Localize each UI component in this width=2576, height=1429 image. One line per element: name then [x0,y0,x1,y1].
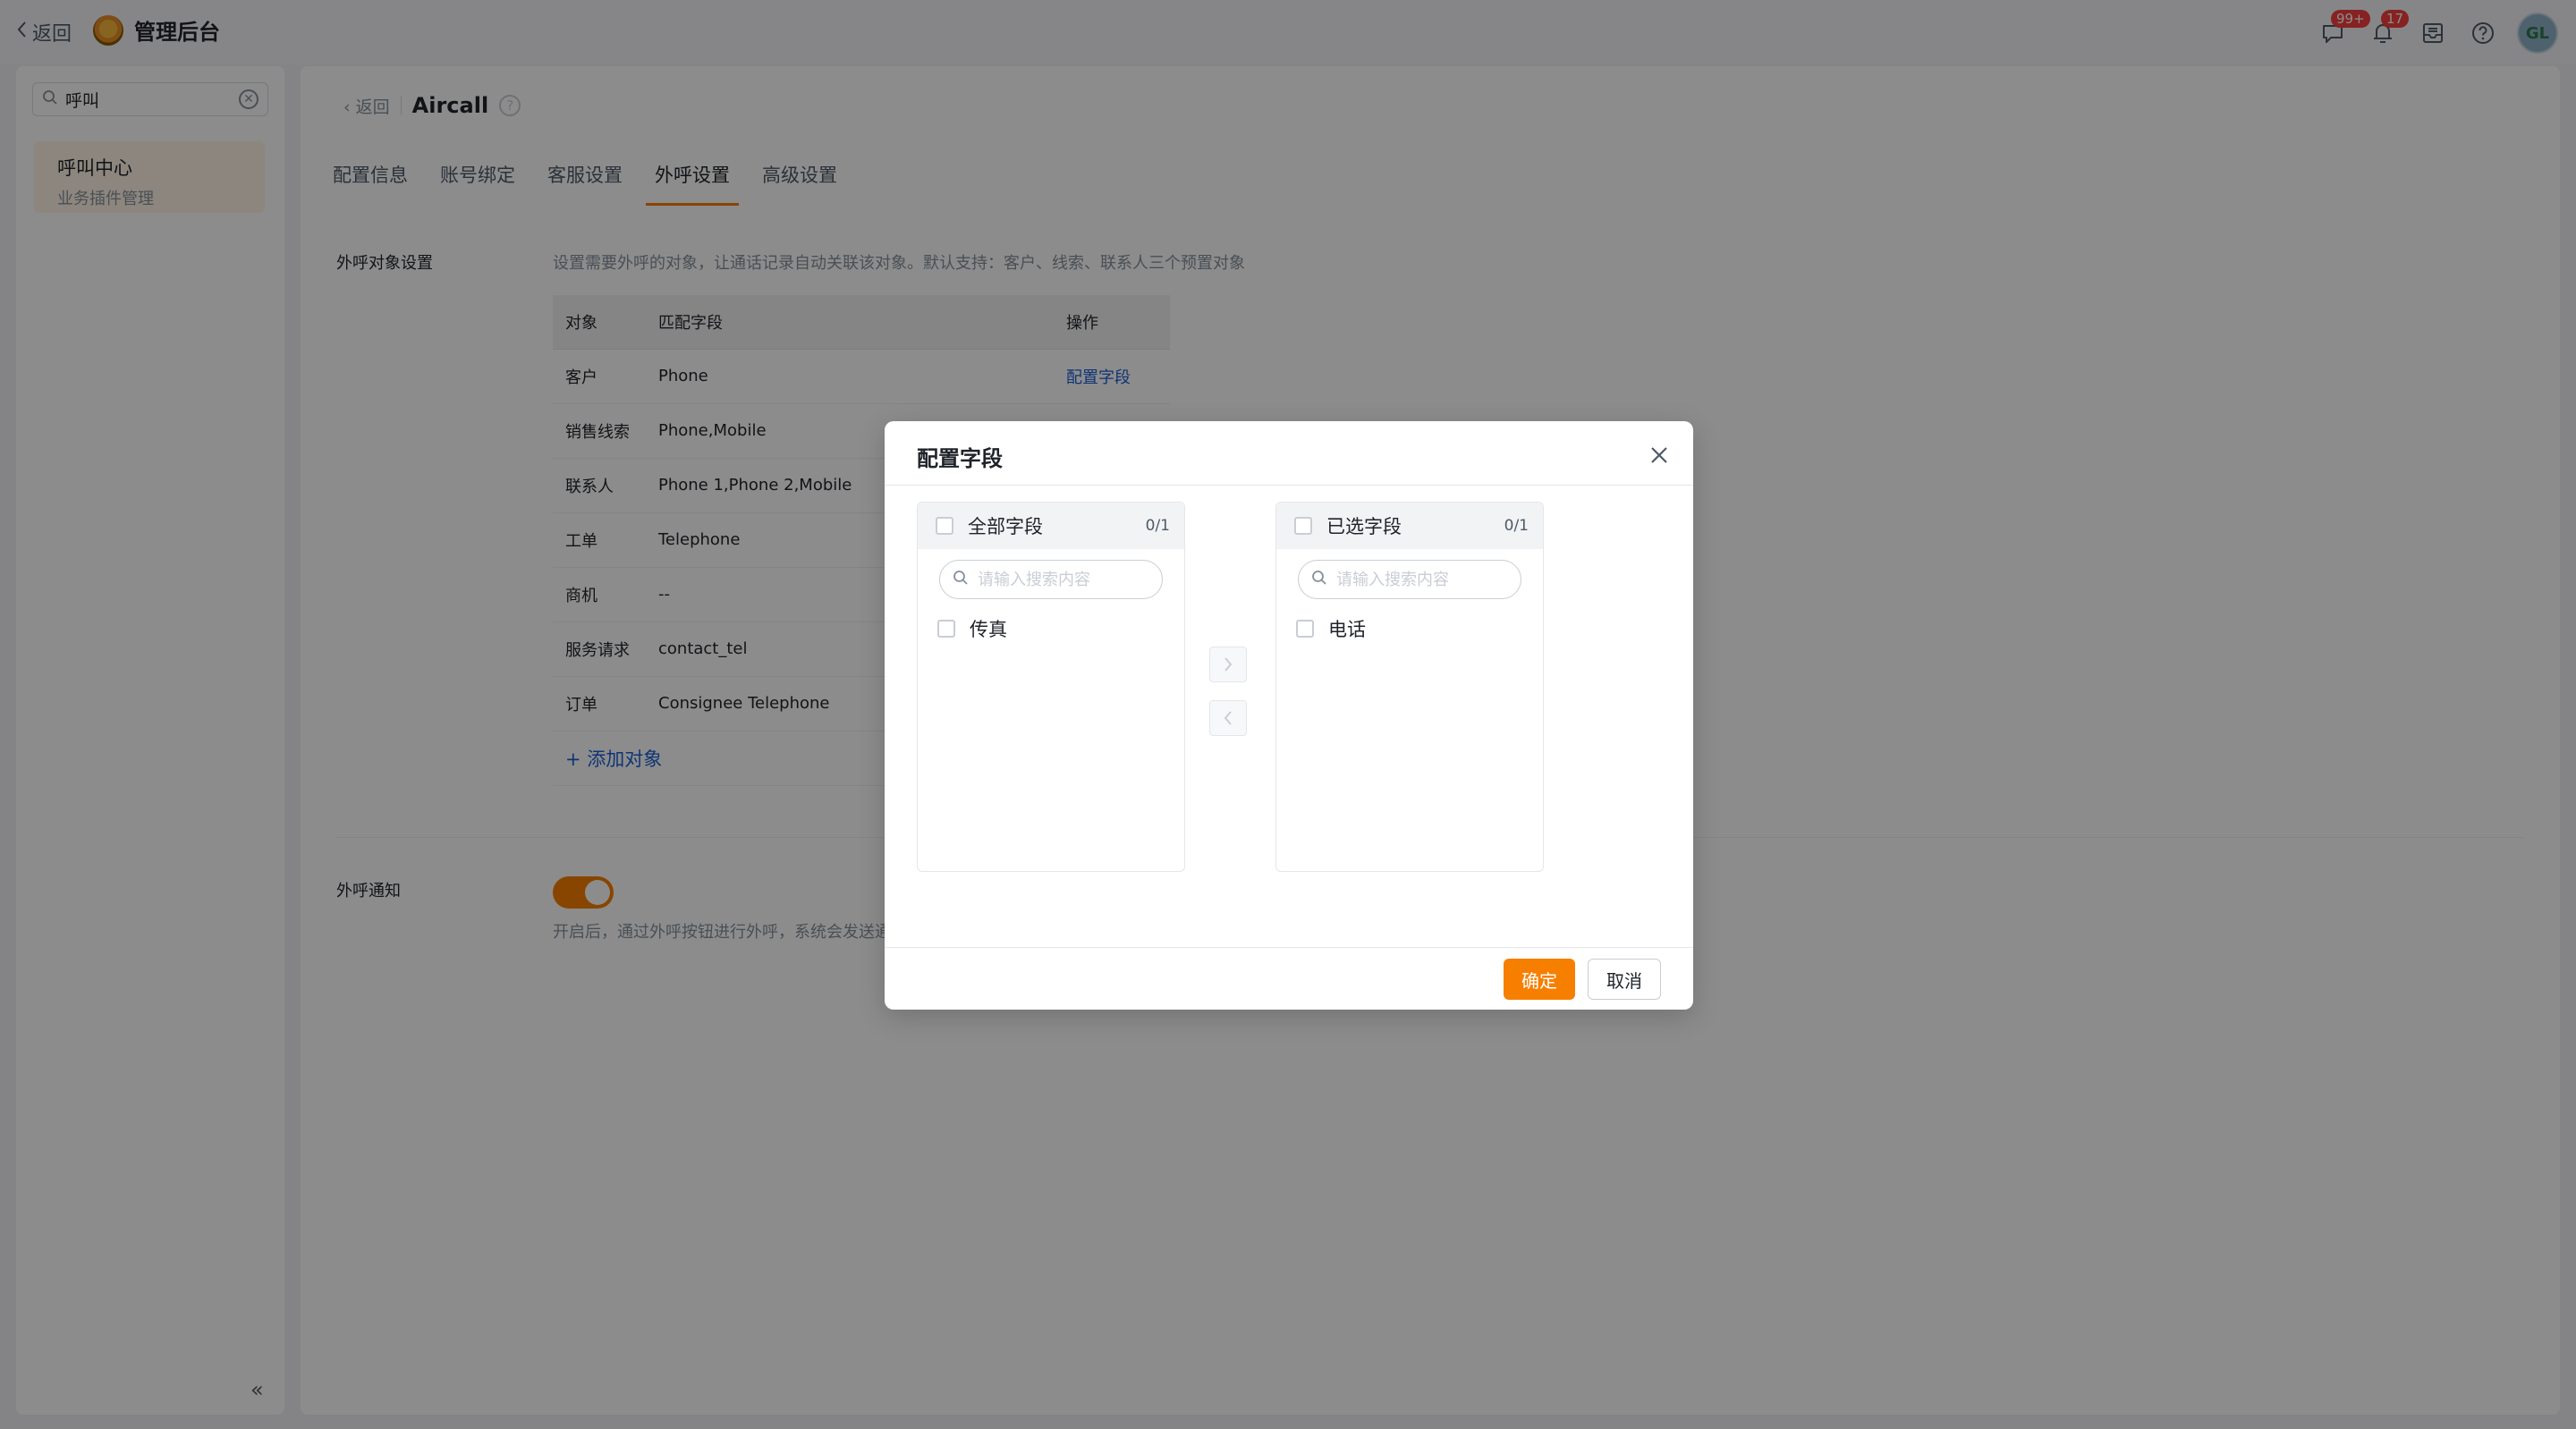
field-checkbox[interactable] [1296,620,1314,638]
search-icon [953,570,969,589]
select-all-selected-checkbox[interactable] [1294,517,1312,535]
list-item[interactable]: 电话 [1296,615,1543,642]
all-fields-panel: 全部字段 0/1 传真 [917,502,1185,872]
all-fields-title: 全部字段 [968,516,1043,537]
all-fields-search-input[interactable] [978,570,1157,589]
selected-fields-count: 0/1 [1504,517,1529,535]
select-all-fields-checkbox[interactable] [936,517,953,535]
search-icon [1311,570,1327,589]
selected-fields-panel: 已选字段 0/1 电话 [1275,502,1544,872]
selected-fields-search[interactable] [1298,560,1521,599]
modal-footer: 确定 取消 [885,947,1693,1010]
selected-fields-title: 已选字段 [1326,516,1402,537]
all-fields-header: 全部字段 0/1 [918,503,1184,549]
list-item[interactable]: 传真 [937,615,1184,642]
close-icon[interactable] [1647,443,1672,468]
selected-fields-search-input[interactable] [1336,570,1515,589]
selected-fields-header: 已选字段 0/1 [1276,503,1543,549]
all-fields-search[interactable] [939,560,1163,599]
field-label: 传真 [970,619,1007,640]
modal-header: 配置字段 [885,421,1693,486]
configure-field-modal: 配置字段 全部字段 0/1 传真 已选字段 [885,421,1693,1010]
field-checkbox[interactable] [937,620,955,638]
confirm-button[interactable]: 确定 [1504,959,1575,1000]
field-label: 电话 [1328,619,1366,640]
move-left-button[interactable] [1209,700,1247,736]
move-right-button[interactable] [1209,647,1247,682]
all-fields-count: 0/1 [1145,517,1170,535]
cancel-button[interactable]: 取消 [1588,959,1661,1000]
modal-title: 配置字段 [917,446,1003,471]
